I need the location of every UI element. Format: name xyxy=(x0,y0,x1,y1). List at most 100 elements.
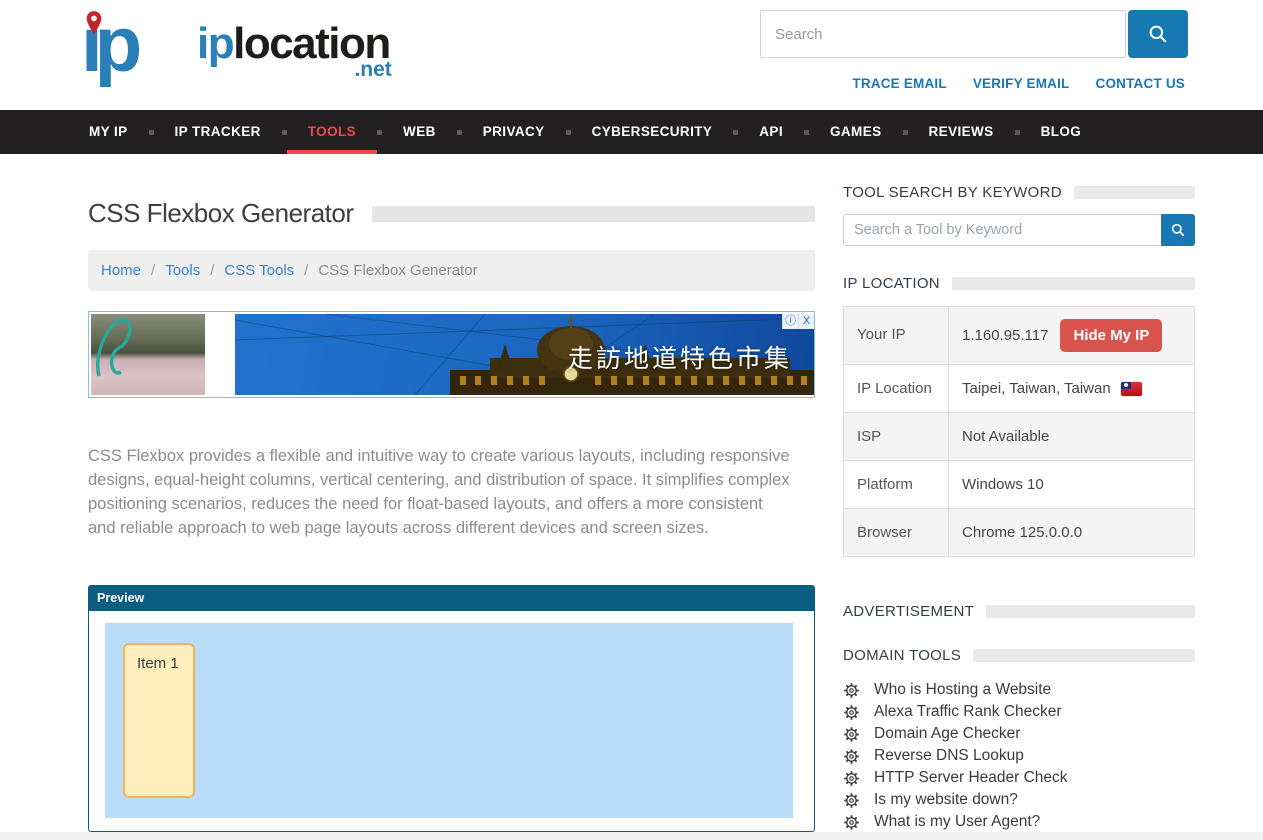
ip-row-label: Your IP xyxy=(844,307,949,364)
breadcrumb-tools[interactable]: Tools xyxy=(165,262,200,279)
heading-decorative-bar xyxy=(1074,186,1195,199)
table-row: Platform Windows 10 xyxy=(844,461,1194,509)
header-search-button[interactable] xyxy=(1128,10,1188,58)
domain-tools-heading-row: DOMAIN TOOLS xyxy=(843,647,1195,664)
breadcrumb-separator: / xyxy=(151,262,155,279)
breadcrumb-current: CSS Flexbox Generator xyxy=(318,262,477,279)
nav-item-games[interactable]: GAMES xyxy=(809,110,903,154)
page-title: CSS Flexbox Generator xyxy=(88,198,354,229)
gear-icon xyxy=(843,814,860,831)
breadcrumb-separator: / xyxy=(304,262,308,279)
tool-description: CSS Flexbox provides a flexible and intu… xyxy=(88,444,794,540)
site-logo[interactable]: ıp iplocation .net xyxy=(75,4,390,90)
nav-item-reviews[interactable]: REVIEWS xyxy=(908,110,1015,154)
table-row: IP Location Taipei, Taiwan, Taiwan xyxy=(844,365,1194,413)
tool-search-input[interactable] xyxy=(843,214,1195,246)
domain-tool-link[interactable]: Domain Age Checker xyxy=(843,723,1195,745)
domain-tool-link[interactable]: HTTP Server Header Check xyxy=(843,767,1195,789)
preview-panel-body: Item 1 xyxy=(88,611,815,832)
logo-mark: ıp xyxy=(75,4,203,90)
ad-banner[interactable]: 走訪地道特色市集 ⓘ X xyxy=(88,311,815,398)
ip-row-value: Taipei, Taiwan, Taiwan xyxy=(949,365,1194,412)
gear-icon xyxy=(843,704,860,721)
domain-tool-label: Domain Age Checker xyxy=(874,725,1020,743)
main-content: CSS Flexbox Generator Home / Tools / CSS… xyxy=(88,154,815,832)
ip-row-label: Browser xyxy=(844,509,949,556)
contact-us-link[interactable]: CONTACT US xyxy=(1096,76,1186,91)
platform-value: Windows 10 xyxy=(949,461,1194,508)
nav-item-my-ip[interactable]: MY IP xyxy=(68,110,149,154)
title-row: CSS Flexbox Generator xyxy=(88,198,815,229)
nav-item-privacy[interactable]: PRIVACY xyxy=(462,110,566,154)
title-decorative-bar xyxy=(372,206,815,222)
search-icon xyxy=(1147,23,1169,45)
flexbox-preview-item: Item 1 xyxy=(123,643,195,798)
nav-item-cybersecurity[interactable]: CYBERSECURITY xyxy=(571,110,734,154)
ad-close-icon[interactable]: X xyxy=(798,314,814,329)
table-row: Your IP 1.160.95.117 Hide My IP xyxy=(844,307,1194,365)
ad-main-image[interactable]: 走訪地道特色市集 ⓘ X xyxy=(235,314,814,395)
nav-item-web[interactable]: WEB xyxy=(382,110,457,154)
gear-icon xyxy=(843,770,860,787)
domain-tools-heading: DOMAIN TOOLS xyxy=(843,647,961,664)
gear-icon xyxy=(843,726,860,743)
domain-tool-label: Is my website down? xyxy=(874,791,1018,809)
tool-search-button[interactable] xyxy=(1161,214,1195,246)
header-search xyxy=(760,10,1188,58)
your-ip-value: 1.160.95.117 xyxy=(962,327,1048,344)
gear-icon xyxy=(843,792,860,809)
heading-decorative-bar xyxy=(952,277,1195,290)
flexbox-preview-container: Item 1 xyxy=(105,623,793,818)
header-search-input[interactable] xyxy=(760,10,1126,58)
logo-tld: .net xyxy=(354,42,391,98)
advertisement-heading: ADVERTISEMENT xyxy=(843,603,974,620)
ad-overlay-text: 走訪地道特色市集 xyxy=(568,339,792,375)
domain-tool-label: Reverse DNS Lookup xyxy=(874,747,1024,765)
verify-email-link[interactable]: VERIFY EMAIL xyxy=(973,76,1070,91)
gear-icon xyxy=(843,682,860,699)
nav-item-ip-tracker[interactable]: IP TRACKER xyxy=(154,110,282,154)
domain-tool-link[interactable]: Reverse DNS Lookup xyxy=(843,745,1195,767)
domain-tool-label: What is my User Agent? xyxy=(874,813,1040,831)
trace-email-link[interactable]: TRACE EMAIL xyxy=(852,76,946,91)
breadcrumb-home[interactable]: Home xyxy=(101,262,141,279)
nav-item-api[interactable]: API xyxy=(738,110,804,154)
search-icon xyxy=(1170,222,1186,238)
ip-location-value: Taipei, Taiwan, Taiwan xyxy=(962,380,1111,397)
ip-row-value: 1.160.95.117 Hide My IP xyxy=(949,307,1194,364)
heading-decorative-bar xyxy=(973,649,1195,662)
domain-tool-label: Alexa Traffic Rank Checker xyxy=(874,703,1062,721)
preview-panel: Preview Item 1 xyxy=(88,585,815,832)
ip-row-label: ISP xyxy=(844,413,949,460)
domain-tools-list: Who is Hosting a Website Alexa Traffic R… xyxy=(843,679,1195,833)
table-row: Browser Chrome 125.0.0.0 xyxy=(844,509,1194,557)
gear-icon xyxy=(843,748,860,765)
site-header: ıp iplocation .net TRACE EMAIL VERIFY EM… xyxy=(0,0,1263,110)
tool-search-heading: TOOL SEARCH BY KEYWORD xyxy=(843,184,1062,201)
browser-value: Chrome 125.0.0.0 xyxy=(949,509,1194,556)
footer-strip xyxy=(0,832,1263,840)
main-nav: MY IP IP TRACKER TOOLS WEB PRIVACY CYBER… xyxy=(0,110,1263,154)
ip-location-heading: IP LOCATION xyxy=(843,275,940,292)
hide-my-ip-button[interactable]: Hide My IP xyxy=(1060,319,1162,352)
ad-info-icon[interactable]: ⓘ xyxy=(782,314,798,329)
domain-tool-link[interactable]: Is my website down? xyxy=(843,789,1195,811)
domain-tool-label: Who is Hosting a Website xyxy=(874,681,1051,699)
table-row: ISP Not Available xyxy=(844,413,1194,461)
advertisement-heading-row: ADVERTISEMENT xyxy=(843,603,1195,620)
preview-panel-header: Preview xyxy=(88,585,815,611)
nav-item-tools[interactable]: TOOLS xyxy=(287,110,377,154)
isp-value: Not Available xyxy=(949,413,1194,460)
breadcrumb-separator: / xyxy=(210,262,214,279)
heading-decorative-bar xyxy=(986,605,1195,618)
logo-word-ip: ip xyxy=(197,19,233,68)
domain-tool-link[interactable]: What is my User Agent? xyxy=(843,811,1195,833)
location-pin-icon xyxy=(83,10,105,36)
taiwan-flag-icon xyxy=(1121,382,1142,396)
breadcrumb-css-tools[interactable]: CSS Tools xyxy=(224,262,294,279)
nav-item-blog[interactable]: BLOG xyxy=(1020,110,1103,154)
ad-left-image[interactable] xyxy=(91,314,205,395)
ad-left-scribble xyxy=(91,314,205,395)
domain-tool-link[interactable]: Who is Hosting a Website xyxy=(843,679,1195,701)
domain-tool-link[interactable]: Alexa Traffic Rank Checker xyxy=(843,701,1195,723)
